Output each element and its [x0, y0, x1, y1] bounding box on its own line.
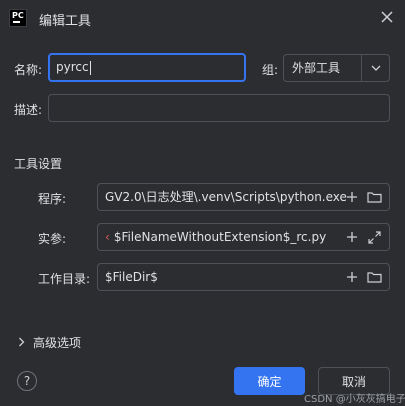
- insert-macro-icon[interactable]: [344, 269, 360, 285]
- expand-icon[interactable]: [366, 229, 382, 245]
- group-select[interactable]: 外部工具: [283, 54, 390, 82]
- ok-button[interactable]: 确定: [234, 367, 305, 395]
- browse-folder-icon[interactable]: [366, 269, 382, 285]
- working-directory-input[interactable]: $FileDir$: [97, 263, 390, 291]
- chevron-down-icon[interactable]: [361, 55, 389, 81]
- advanced-options-label: 高级选项: [33, 336, 82, 350]
- insert-macro-icon[interactable]: [344, 229, 360, 245]
- working-directory-label: 工作目录:: [38, 272, 91, 286]
- chevron-right-icon: [18, 336, 25, 350]
- dialog-title: 编辑工具: [39, 14, 92, 29]
- close-icon[interactable]: [378, 9, 396, 27]
- name-label: 名称:: [14, 63, 43, 77]
- program-input[interactable]: GV2.0\日志处理\.venv\Scripts\python.exe: [97, 183, 390, 211]
- advanced-options-toggle[interactable]: 高级选项: [18, 334, 81, 351]
- tool-settings-heading: 工具设置: [14, 157, 63, 171]
- group-label: 组:: [262, 63, 279, 77]
- name-input[interactable]: pyrcc: [48, 53, 246, 82]
- name-input-value: pyrcc: [56, 60, 89, 74]
- help-button[interactable]: ?: [17, 371, 37, 391]
- group-select-value: 外部工具: [292, 61, 341, 75]
- pycharm-logo-icon: PC: [9, 9, 27, 27]
- arguments-label: 实参:: [38, 232, 67, 246]
- description-label: 描述:: [14, 103, 43, 117]
- program-label: 程序:: [38, 192, 67, 206]
- browse-folder-icon[interactable]: [366, 189, 382, 205]
- watermark: CSDN @小灰灰搞电子: [304, 394, 405, 405]
- insert-macro-icon[interactable]: [344, 189, 360, 205]
- title-bar: PC 编辑工具: [0, 0, 405, 36]
- arguments-input[interactable]: ‹ $FileNameWithoutExtension$_rc.py: [97, 223, 390, 251]
- arguments-marker: ‹: [105, 230, 110, 244]
- description-input[interactable]: [48, 94, 390, 122]
